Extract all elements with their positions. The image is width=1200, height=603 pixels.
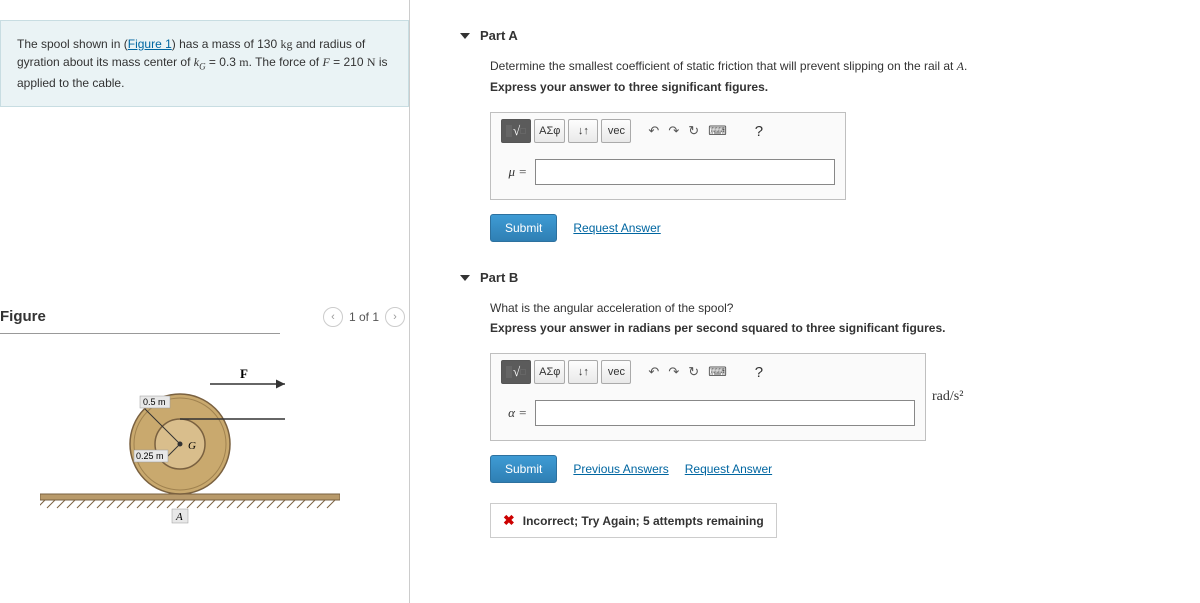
part-b-answer-box: √ ΑΣφ ↓↑ vec ↶ ↷ ↻ ⌨ ? α =	[490, 353, 926, 441]
part-a-question: Determine the smallest coefficient of st…	[490, 59, 1170, 74]
figure-link[interactable]: Figure 1	[128, 37, 172, 51]
svg-text:G: G	[188, 440, 196, 452]
figure-prev-button[interactable]: ‹	[323, 307, 343, 327]
undo-icon[interactable]: ↶	[645, 364, 662, 380]
subsup-button[interactable]: ↓↑	[568, 360, 598, 384]
figure-diagram: 0.5 m 0.25 m G A F	[40, 354, 340, 534]
part-a-var-label: μ =	[501, 164, 527, 180]
reset-icon[interactable]: ↻	[685, 123, 702, 139]
redo-icon[interactable]: ↷	[665, 364, 682, 380]
undo-icon[interactable]: ↶	[645, 123, 662, 139]
part-b-question: What is the angular acceleration of the …	[490, 301, 1170, 315]
part-b-answer-input[interactable]	[535, 400, 915, 426]
x-icon: ✖	[503, 512, 515, 529]
help-icon[interactable]: ?	[744, 119, 774, 143]
svg-text:0.5 m: 0.5 m	[143, 397, 166, 407]
greek-button[interactable]: ΑΣφ	[534, 119, 565, 143]
part-a-answer-box: √ ΑΣφ ↓↑ vec ↶ ↷ ↻ ⌨ ? μ =	[490, 112, 846, 200]
part-a-request-answer-link[interactable]: Request Answer	[573, 221, 660, 235]
figure-counter: 1 of 1	[349, 310, 379, 324]
part-a-header[interactable]: Part A	[440, 10, 1170, 59]
svg-text:F: F	[240, 366, 248, 381]
part-a-instruction: Express your answer to three significant…	[490, 80, 1170, 94]
part-b-previous-answers-link[interactable]: Previous Answers	[573, 462, 668, 476]
keyboard-icon[interactable]: ⌨	[705, 364, 730, 380]
part-b-submit-button[interactable]: Submit	[490, 455, 557, 483]
vec-button[interactable]: vec	[601, 119, 631, 143]
subsup-button[interactable]: ↓↑	[568, 119, 598, 143]
help-icon[interactable]: ?	[744, 360, 774, 384]
problem-statement: The spool shown in (Figure 1) has a mass…	[0, 20, 409, 107]
templates-button[interactable]: √	[501, 360, 531, 384]
figure-title: Figure	[0, 308, 46, 325]
caret-down-icon	[460, 33, 470, 39]
part-a-answer-input[interactable]	[535, 159, 835, 185]
vec-button[interactable]: vec	[601, 360, 631, 384]
reset-icon[interactable]: ↻	[685, 364, 702, 380]
greek-button[interactable]: ΑΣφ	[534, 360, 565, 384]
figure-next-button[interactable]: ›	[385, 307, 405, 327]
svg-text:A: A	[175, 511, 183, 523]
part-b-instruction: Express your answer in radians per secon…	[490, 321, 1170, 335]
part-b-var-label: α =	[501, 405, 527, 421]
part-b-feedback: ✖ Incorrect; Try Again; 5 attempts remai…	[490, 503, 777, 538]
caret-down-icon	[460, 275, 470, 281]
redo-icon[interactable]: ↷	[665, 123, 682, 139]
part-b-request-answer-link[interactable]: Request Answer	[685, 462, 772, 476]
part-b-units: rad/s²	[926, 389, 963, 405]
part-b-header[interactable]: Part B	[440, 252, 1170, 301]
svg-text:0.25 m: 0.25 m	[136, 451, 164, 461]
part-a-submit-button[interactable]: Submit	[490, 214, 557, 242]
keyboard-icon[interactable]: ⌨	[705, 123, 730, 139]
templates-button[interactable]: √	[501, 119, 531, 143]
